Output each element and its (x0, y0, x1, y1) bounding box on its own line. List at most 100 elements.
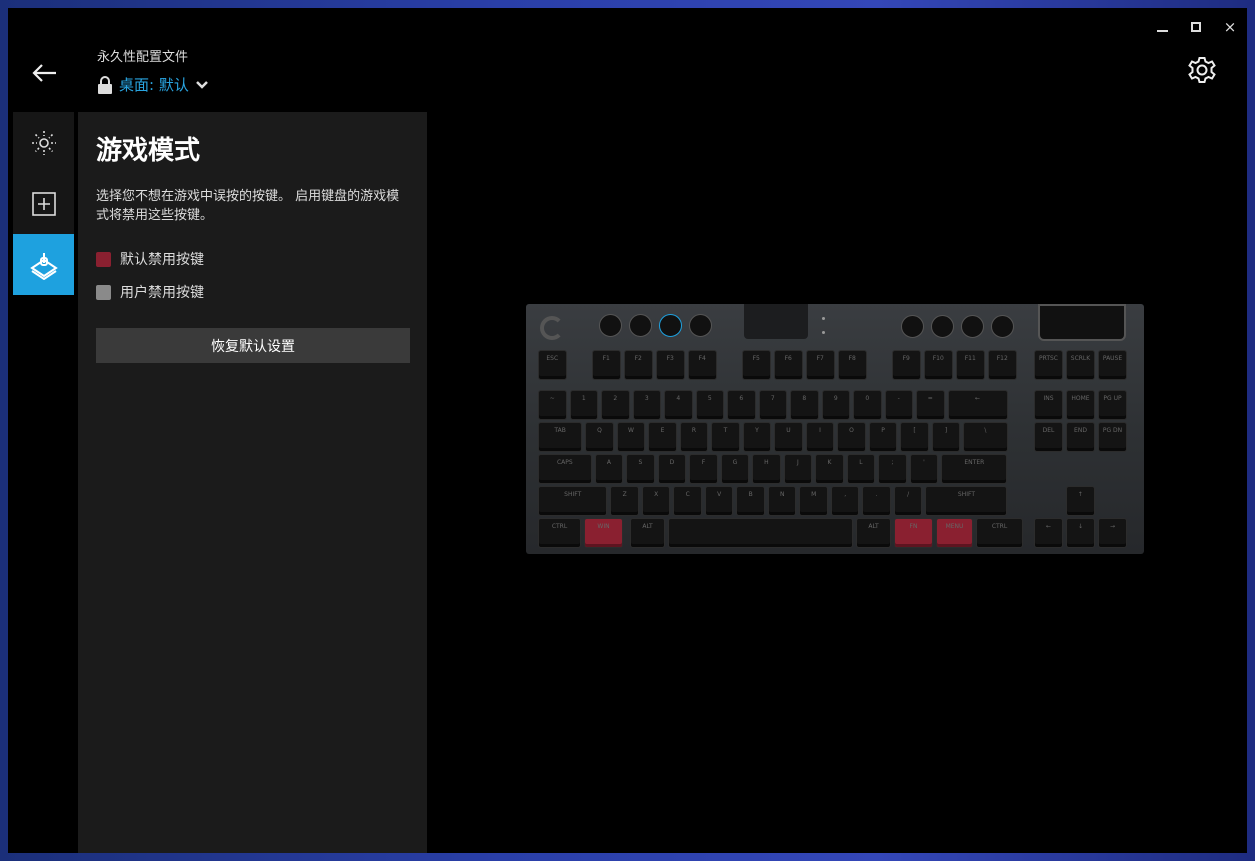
key-b[interactable]: B (736, 486, 765, 516)
key-sym[interactable]: ← (1034, 518, 1063, 548)
key-enter[interactable]: ENTER (941, 454, 1008, 484)
key-sym[interactable]: ] (931, 422, 961, 452)
key-4[interactable]: 4 (664, 390, 693, 420)
key-label: ALT (642, 523, 653, 530)
key-t[interactable]: T (711, 422, 740, 452)
settings-button[interactable] (1187, 55, 1217, 85)
key-menu[interactable]: MENU (936, 518, 973, 548)
key-del[interactable]: DEL (1034, 422, 1063, 452)
key-shift[interactable]: SHIFT (538, 486, 608, 516)
key-f11[interactable]: F11 (956, 350, 985, 380)
key-pause[interactable]: PAUSE (1098, 350, 1127, 380)
key-caps[interactable]: CAPS (538, 454, 592, 484)
key-f8[interactable]: F8 (838, 350, 867, 380)
key-space[interactable] (668, 518, 853, 548)
rail-item-game-mode[interactable] (13, 234, 74, 295)
key-l[interactable]: L (846, 454, 876, 484)
back-button[interactable] (30, 58, 60, 88)
key-ctrl[interactable]: CTRL (538, 518, 581, 548)
key-tab[interactable]: TAB (538, 422, 583, 452)
key-sym[interactable]: = (916, 390, 945, 420)
key-sym[interactable]: ← (947, 390, 1008, 420)
key-7[interactable]: 7 (758, 390, 787, 420)
key-k[interactable]: K (815, 454, 844, 484)
key-sym[interactable]: \ (963, 422, 1008, 452)
key-f9[interactable]: F9 (892, 350, 921, 380)
key-c[interactable]: C (673, 486, 702, 516)
key-m[interactable]: M (799, 486, 828, 516)
key-h[interactable]: H (752, 454, 781, 484)
legend-item-default: 默认禁用按键 (96, 249, 409, 269)
key-z[interactable]: Z (610, 486, 639, 516)
key-prtsc[interactable]: PRTSC (1034, 350, 1063, 380)
key-f5[interactable]: F5 (742, 350, 771, 380)
key-u[interactable]: U (774, 422, 803, 452)
key-sym[interactable]: ~ (538, 390, 567, 420)
key-f7[interactable]: F7 (806, 350, 835, 380)
key-3[interactable]: 3 (632, 390, 661, 420)
key-ctrl[interactable]: CTRL (976, 518, 1023, 548)
key-ins[interactable]: INS (1034, 390, 1063, 420)
key-end[interactable]: END (1066, 422, 1095, 452)
key-pgup[interactable]: PG UP (1098, 390, 1127, 420)
key-n[interactable]: N (767, 486, 797, 516)
key-home[interactable]: HOME (1066, 390, 1095, 420)
key-sym[interactable]: ↓ (1066, 518, 1095, 548)
key-5[interactable]: 5 (695, 390, 724, 420)
key-f4[interactable]: F4 (688, 350, 717, 380)
key-f6[interactable]: F6 (774, 350, 803, 380)
key-8[interactable]: 8 (790, 390, 819, 420)
key-f3[interactable]: F3 (656, 350, 685, 380)
key-y[interactable]: Y (742, 422, 772, 452)
profile-dropdown[interactable]: 桌面: 默认 (97, 74, 209, 95)
key-f12[interactable]: F12 (988, 350, 1017, 380)
key-label: F1 (602, 355, 610, 362)
rail-item-assignments[interactable] (13, 173, 74, 234)
key-q[interactable]: Q (585, 422, 614, 452)
key-x[interactable]: X (641, 486, 671, 516)
key-6[interactable]: 6 (727, 390, 756, 420)
key-9[interactable]: 9 (821, 390, 850, 420)
key-f2[interactable]: F2 (624, 350, 653, 380)
key-fn[interactable]: FN (894, 518, 933, 548)
key-i[interactable]: I (805, 422, 835, 452)
key-a[interactable]: A (594, 454, 624, 484)
key-0[interactable]: 0 (853, 390, 882, 420)
key-sym[interactable]: [ (900, 422, 929, 452)
key-win[interactable]: WIN (584, 518, 623, 548)
key-f[interactable]: F (689, 454, 718, 484)
key-w[interactable]: W (616, 422, 646, 452)
rail-item-lighting[interactable] (13, 112, 74, 173)
key-esc[interactable]: ESC (538, 350, 567, 380)
key-sym[interactable]: , (830, 486, 860, 516)
key-2[interactable]: 2 (601, 390, 630, 420)
key-g[interactable]: G (720, 454, 750, 484)
maximize-button[interactable] (1179, 14, 1213, 40)
key-o[interactable]: O (837, 422, 866, 452)
key-sym[interactable]: ; (878, 454, 907, 484)
key-v[interactable]: V (704, 486, 734, 516)
key-p[interactable]: P (868, 422, 898, 452)
key-sym[interactable]: . (862, 486, 891, 516)
key-sym[interactable]: - (884, 390, 913, 420)
key-d[interactable]: D (657, 454, 687, 484)
key-f10[interactable]: F10 (924, 350, 953, 380)
close-button[interactable]: × (1213, 14, 1247, 40)
key-sym[interactable]: → (1098, 518, 1127, 548)
key-alt[interactable]: ALT (630, 518, 665, 548)
key-f1[interactable]: F1 (592, 350, 621, 380)
key-shift[interactable]: SHIFT (925, 486, 1008, 516)
key-s[interactable]: S (626, 454, 655, 484)
key-scrlk[interactable]: SCRLK (1066, 350, 1095, 380)
minimize-button[interactable] (1145, 14, 1179, 40)
key-1[interactable]: 1 (569, 390, 598, 420)
key-e[interactable]: E (648, 422, 677, 452)
restore-defaults-button[interactable]: 恢复默认设置 (96, 328, 410, 363)
key-alt[interactable]: ALT (856, 518, 891, 548)
key-sym[interactable]: ' (909, 454, 939, 484)
key-sym[interactable]: / (893, 486, 923, 516)
key-r[interactable]: R (679, 422, 709, 452)
key-sym[interactable]: ↑ (1066, 486, 1095, 516)
key-j[interactable]: J (783, 454, 813, 484)
key-pgdn[interactable]: PG DN (1098, 422, 1127, 452)
